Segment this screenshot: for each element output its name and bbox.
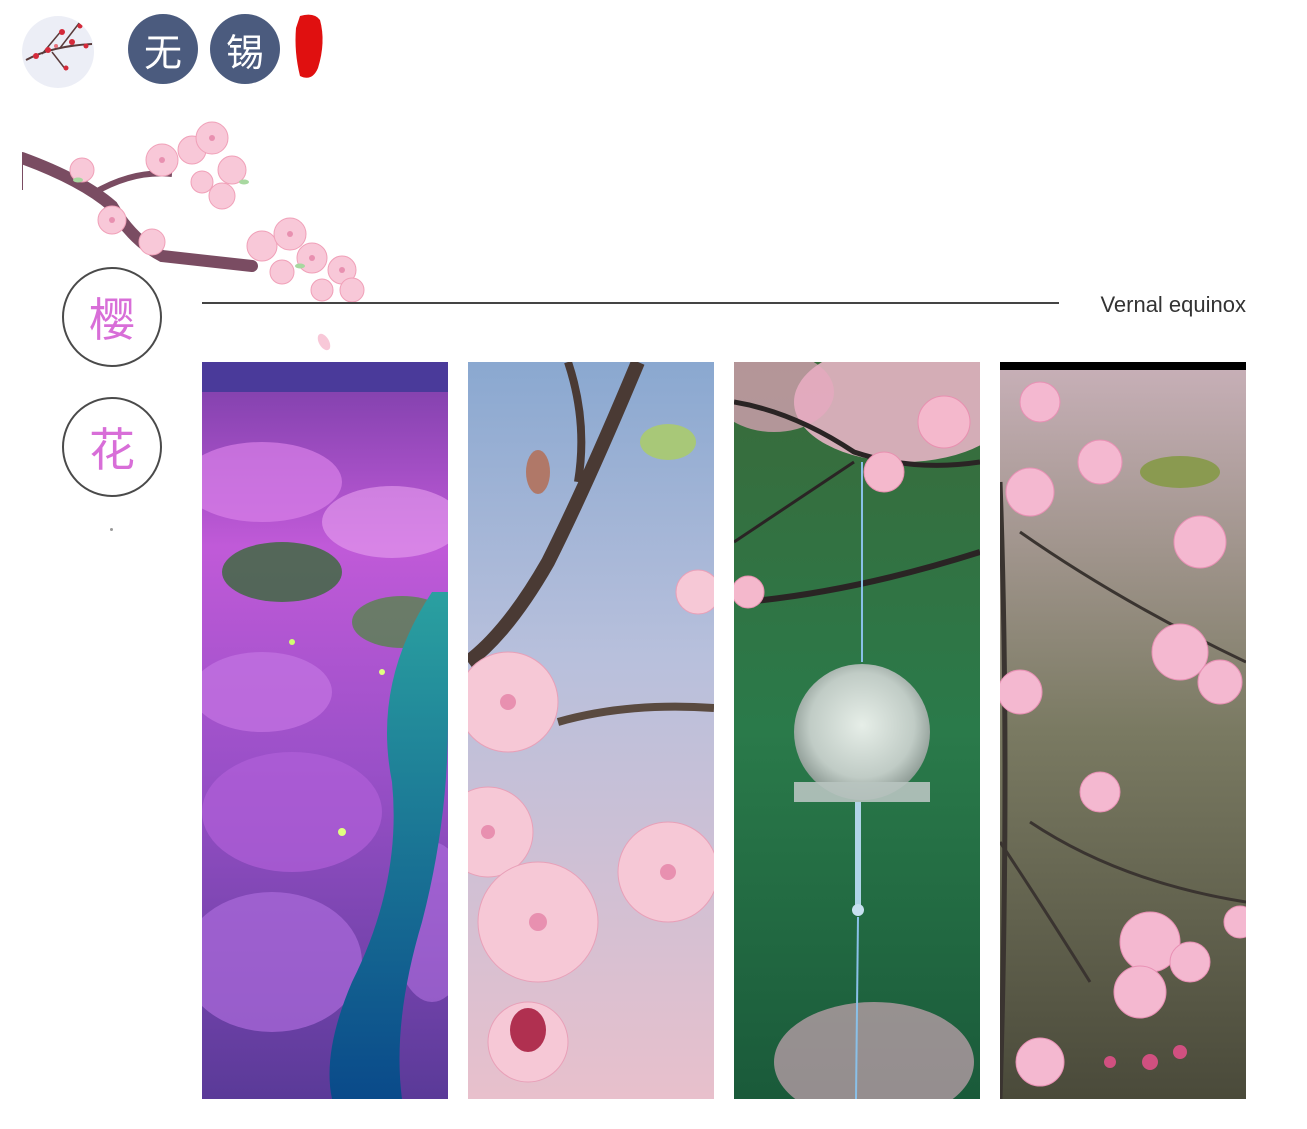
section-title-char-hua: 花 [62, 397, 162, 497]
section-subtitle: Vernal equinox [1100, 292, 1246, 317]
section-divider [202, 302, 1059, 304]
logo-char-wu: 无 [128, 14, 198, 84]
logo-char-xi: 锡 [210, 14, 280, 84]
site-logo[interactable]: 无 锡 [22, 4, 342, 88]
gallery-image-3[interactable] [734, 362, 980, 1099]
glass-wind-chime-photo [734, 362, 980, 1099]
red-seal-icon [290, 12, 328, 82]
cherry-blossom-branch-photo [468, 362, 714, 1099]
section-title-char-ying: 樱 [62, 267, 162, 367]
gallery-image-1[interactable] [202, 362, 448, 1099]
title-dot [110, 528, 113, 531]
pink-blossom-twigs-photo [1000, 362, 1246, 1099]
gallery-image-2[interactable] [468, 362, 714, 1099]
sakura-river-night-photo [202, 362, 448, 1099]
plum-blossom-icon [22, 16, 94, 88]
gallery-image-4[interactable] [1000, 362, 1246, 1099]
